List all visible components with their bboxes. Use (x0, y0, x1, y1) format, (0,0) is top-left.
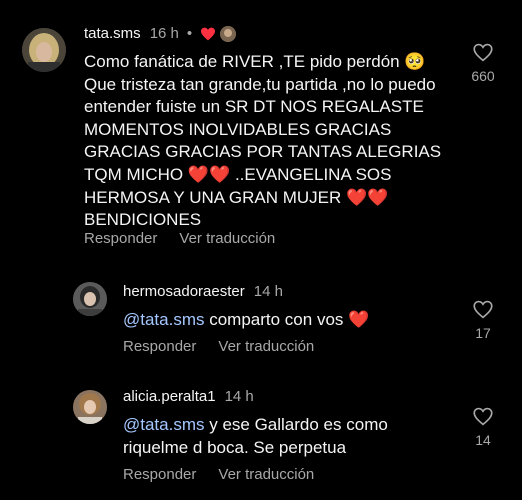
reply-button[interactable]: Responder (123, 338, 196, 355)
creator-avatar-icon (220, 25, 237, 42)
reply-item: alicia.peralta1 14 h @tata.sms y ese Gal… (0, 378, 522, 500)
comment-actions: Responder Ver traducción (84, 230, 275, 247)
heart-outline-icon[interactable] (473, 407, 493, 426)
emoji: ❤️❤️ (187, 164, 231, 184)
like-count: 17 (475, 325, 491, 341)
like-column: 14 (466, 407, 500, 448)
username[interactable]: tata.sms (84, 25, 141, 42)
reply-item: hermosadoraester 14 h @tata.sms comparto… (0, 270, 522, 370)
comment-header: hermosadoraester 14 h (123, 283, 283, 300)
comment-actions: Responder Ver traducción (123, 466, 314, 483)
avatar[interactable] (73, 282, 107, 316)
avatar[interactable] (73, 390, 107, 424)
comment-text: @tata.sms comparto con vos ❤️ (123, 309, 443, 332)
heart-outline-icon[interactable] (473, 43, 493, 62)
timestamp: 14 h (253, 283, 283, 300)
heart-outline-icon[interactable] (473, 300, 493, 319)
mention-link[interactable]: @tata.sms (123, 310, 205, 329)
like-column: 17 (466, 300, 500, 341)
comment-actions: Responder Ver traducción (123, 338, 314, 355)
comment-item: tata.sms 16 h • Como fanática de RIVER ,… (0, 0, 522, 260)
like-count: 14 (475, 432, 491, 448)
emoji: ❤️❤️ (345, 187, 389, 207)
comment-text-part: comparto con vos (204, 310, 349, 329)
like-count: 660 (471, 68, 495, 84)
separator-dot: • (186, 25, 193, 42)
mention-link[interactable]: @tata.sms (123, 415, 205, 434)
comment-header: alicia.peralta1 14 h (123, 388, 254, 405)
comment-text: Como fanática de RIVER ,TE pido perdón 🥺… (84, 51, 444, 232)
translate-button[interactable]: Ver traducción (218, 338, 314, 355)
translate-button[interactable]: Ver traducción (218, 466, 314, 483)
timestamp: 14 h (224, 388, 254, 405)
username[interactable]: alicia.peralta1 (123, 388, 216, 405)
emoji: ❤️ (348, 310, 370, 329)
reply-button[interactable]: Responder (84, 230, 157, 247)
comment-header: tata.sms 16 h • (84, 25, 237, 42)
like-column: 660 (466, 43, 500, 84)
reply-button[interactable]: Responder (123, 466, 196, 483)
creator-liked-heart-icon (200, 27, 216, 41)
timestamp: 16 h (149, 25, 179, 42)
avatar[interactable] (22, 28, 66, 72)
translate-button[interactable]: Ver traducción (179, 230, 275, 247)
username[interactable]: hermosadoraester (123, 283, 245, 300)
comment-text: @tata.sms y ese Gallardo es como riquelm… (123, 414, 423, 459)
